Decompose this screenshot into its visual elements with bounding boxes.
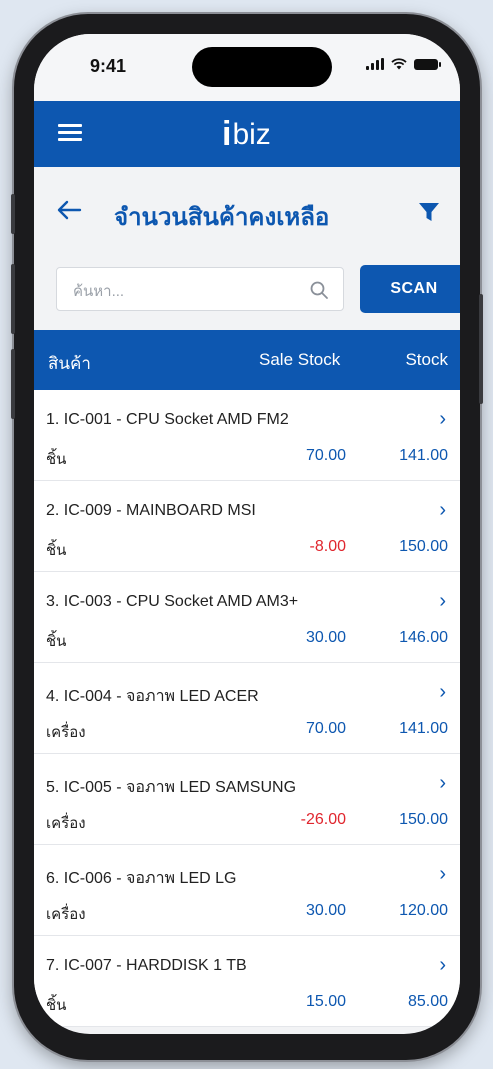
funnel-filter-icon[interactable] — [418, 201, 440, 223]
table-row[interactable]: 1. IC-001 - CPU Socket AMD FM2 › ชิ้น 70… — [34, 390, 460, 481]
magnifier-icon[interactable] — [309, 280, 329, 300]
row-unit: เครื่อง — [46, 906, 86, 923]
table-row[interactable]: 7. IC-007 - HARDDISK 1 TB › ชิ้น 15.00 8… — [34, 936, 460, 1027]
row-sale-stock: 70.00 — [305, 447, 346, 464]
status-time: 9:41 — [90, 56, 127, 76]
logo-mark: i — [222, 115, 232, 153]
row-stock: 141.00 — [399, 720, 448, 737]
chevron-right-icon[interactable]: › — [439, 590, 446, 613]
row-sale-stock: 30.00 — [305, 629, 346, 646]
row-stock: 120.00 — [399, 902, 448, 919]
row-stock: 150.00 — [399, 538, 448, 555]
app-header: i biz — [34, 101, 460, 167]
wifi-icon — [391, 58, 407, 70]
table-row[interactable]: 5. IC-005 - จอภาพ LED SAMSUNG › เครื่อง … — [34, 754, 460, 845]
search-input[interactable] — [71, 278, 295, 304]
table-row[interactable]: 4. IC-004 - จอภาพ LED ACER › เครื่อง 70.… — [34, 663, 460, 754]
row-sale-stock: 15.00 — [305, 993, 346, 1010]
row-unit: ชิ้น — [46, 542, 67, 559]
volume-down-button — [11, 349, 15, 419]
table-row[interactable]: 3. IC-003 - CPU Socket AMD AM3+ › ชิ้น 3… — [34, 572, 460, 663]
row-stock: 141.00 — [399, 447, 448, 464]
app-logo: i biz — [222, 115, 271, 151]
arrow-left-icon[interactable] — [56, 199, 82, 221]
phone-screen: 9:41 i biz จำนวนสินค้าคงเหลือ ค้นหา... S… — [34, 34, 460, 1034]
battery-icon — [414, 58, 441, 70]
chevron-right-icon[interactable]: › — [439, 863, 446, 886]
row-unit: เครื่อง — [46, 815, 86, 832]
page-title-bar: จำนวนสินค้าคงเหลือ — [34, 167, 460, 257]
row-unit: ชิ้น — [46, 633, 67, 650]
stock-list: 1. IC-001 - CPU Socket AMD FM2 › ชิ้น 70… — [34, 390, 460, 1027]
row-stock: 146.00 — [399, 629, 448, 646]
table-row[interactable]: 6. IC-006 - จอภาพ LED LG › เครื่อง 30.00… — [34, 845, 460, 936]
row-product-title: 5. IC-005 - จอภาพ LED SAMSUNG — [46, 779, 297, 796]
dynamic-island — [192, 47, 332, 87]
row-product-title: 7. IC-007 - HARDDISK 1 TB — [46, 957, 247, 974]
row-stock: 85.00 — [407, 993, 448, 1010]
status-bar: 9:41 — [34, 34, 460, 101]
row-product-title: 2. IC-009 - MAINBOARD MSI — [46, 502, 256, 519]
row-sale-stock: -8.00 — [309, 538, 346, 555]
row-unit: ชิ้น — [46, 451, 67, 468]
table-row[interactable]: 2. IC-009 - MAINBOARD MSI › ชิ้น -8.00 1… — [34, 481, 460, 572]
chevron-right-icon[interactable]: › — [439, 772, 446, 795]
row-product-title: 4. IC-004 - จอภาพ LED ACER — [46, 688, 259, 705]
hamburger-menu-icon[interactable] — [58, 124, 82, 142]
table-header: สินค้า Sale Stock Stock — [34, 330, 460, 390]
chevron-right-icon[interactable]: › — [439, 681, 446, 704]
column-header-sale-stock: Sale Stock — [259, 350, 341, 369]
row-product-title: 6. IC-006 - จอภาพ LED LG — [46, 870, 237, 887]
column-header-stock: Stock — [405, 350, 448, 369]
row-unit: ชิ้น — [46, 997, 67, 1014]
chevron-right-icon[interactable]: › — [439, 954, 446, 977]
search-box[interactable] — [56, 267, 344, 311]
volume-up-button — [11, 264, 15, 334]
cellular-signal-icon — [366, 58, 384, 70]
power-button — [479, 294, 483, 404]
scan-button[interactable]: SCAN — [360, 265, 460, 313]
logo-text: biz — [232, 118, 271, 151]
row-unit: เครื่อง — [46, 724, 86, 741]
row-sale-stock: 70.00 — [305, 720, 346, 737]
column-header-product: สินค้า — [48, 354, 91, 373]
chevron-right-icon[interactable]: › — [439, 408, 446, 431]
search-row: SCAN — [34, 257, 460, 327]
row-sale-stock: 30.00 — [305, 902, 346, 919]
row-product-title: 1. IC-001 - CPU Socket AMD FM2 — [46, 411, 289, 428]
page-title: จำนวนสินค้าคงเหลือ — [114, 204, 330, 231]
mute-switch — [11, 194, 15, 234]
chevron-right-icon[interactable]: › — [439, 499, 446, 522]
row-sale-stock: -26.00 — [300, 811, 346, 828]
status-icons — [366, 58, 441, 70]
row-stock: 150.00 — [399, 811, 448, 828]
row-product-title: 3. IC-003 - CPU Socket AMD AM3+ — [46, 593, 299, 610]
